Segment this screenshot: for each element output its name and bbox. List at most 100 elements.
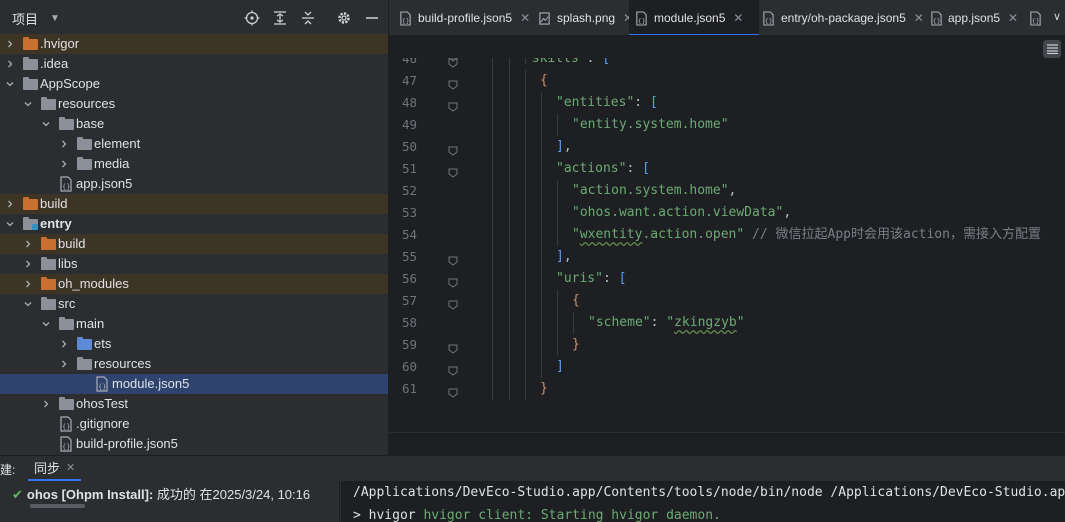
tree-item[interactable]: build — [0, 234, 388, 254]
chevron-right-icon[interactable] — [4, 54, 16, 74]
locate-icon[interactable] — [244, 10, 260, 26]
json-file-icon: {} — [930, 10, 943, 26]
tree-item[interactable]: ohosTest — [0, 394, 388, 414]
chevron-down-icon[interactable] — [22, 94, 34, 114]
json-file-icon[interactable]: {} — [1029, 0, 1048, 35]
svg-text:{}: {} — [638, 17, 646, 25]
tree-item[interactable]: {} .gitignore — [0, 414, 388, 434]
tree-item-label: oh_modules — [58, 276, 129, 291]
tab-sync-label: 同步 — [34, 461, 61, 476]
fold-marker-icon[interactable] — [448, 142, 458, 156]
hide-panel-icon[interactable] — [364, 10, 380, 26]
code-text: "action.system.home", — [572, 183, 737, 198]
chevron-down-icon[interactable] — [40, 114, 52, 134]
chevron-down-icon[interactable] — [4, 214, 16, 234]
fold-marker-icon[interactable] — [448, 58, 458, 68]
code-text: "wxentity.action.open" // 微信拉起App时会用该act… — [572, 227, 1041, 242]
editor-tab[interactable]: splash.png✕ — [532, 0, 636, 35]
json-file-icon: {} — [635, 10, 649, 26]
collapse-all-icon[interactable] — [300, 10, 316, 26]
editor-tab[interactable]: {} entry/oh-package.json5 ✕ — [756, 0, 928, 35]
tree-item[interactable]: {} app.json5 — [0, 174, 388, 194]
code-editor[interactable]: 45"exported": true,46"skills": [47{48"en… — [389, 58, 1065, 432]
tree-item[interactable]: media — [0, 154, 388, 174]
tree-item[interactable]: element — [0, 134, 388, 154]
build-panel-label: 建: — [0, 463, 16, 477]
tree-item[interactable]: {} build-profile.json5 — [0, 434, 388, 454]
close-icon[interactable]: ✕ — [520, 11, 530, 25]
tree-item[interactable]: base — [0, 114, 388, 134]
horizontal-scrollbar[interactable] — [389, 432, 1065, 455]
line-number: 46 — [401, 58, 417, 66]
close-icon[interactable]: ✕ — [1008, 11, 1018, 25]
tree-item[interactable]: src — [0, 294, 388, 314]
code-line: 46 "skills": [ — [389, 58, 1065, 70]
build-console[interactable]: /Applications/DevEco-Studio.app/Contents… — [341, 481, 1065, 522]
tree-item[interactable]: entry — [0, 214, 388, 234]
chevron-right-icon[interactable] — [4, 34, 16, 54]
fold-marker-icon[interactable] — [448, 340, 458, 354]
tree-item[interactable]: ets — [0, 334, 388, 354]
chevron-down-icon[interactable]: ▼ — [50, 13, 60, 24]
chevron-right-icon[interactable] — [58, 334, 70, 354]
project-view-selector[interactable]: 项目 ▼ — [0, 0, 60, 36]
close-icon[interactable]: ✕ — [66, 461, 75, 474]
folder-icon — [40, 254, 56, 274]
tab-sync[interactable]: 同步 ✕ — [28, 456, 82, 481]
line-number: 51 — [401, 161, 417, 176]
tree-item[interactable]: build — [0, 194, 388, 214]
reader-mode-icon[interactable] — [1043, 40, 1061, 58]
expand-all-icon[interactable] — [272, 10, 288, 26]
editor-tab[interactable]: {} build-profile.json5 ✕ — [393, 0, 535, 35]
editor-tab[interactable]: {} app.json5 ✕ — [924, 0, 1018, 35]
chevron-right-icon[interactable] — [22, 254, 34, 274]
fold-marker-icon[interactable] — [448, 274, 458, 288]
tree-item-label: build-profile.json5 — [76, 436, 178, 451]
code-line: 60] — [389, 356, 1065, 378]
chevron-right-icon[interactable] — [40, 394, 52, 414]
tree-item[interactable]: {} module.json5 — [0, 374, 388, 394]
chevron-right-icon[interactable] — [58, 154, 70, 174]
close-icon[interactable]: ✕ — [733, 11, 743, 25]
tree-item-label: app.json5 — [76, 176, 133, 191]
fold-marker-icon[interactable] — [448, 98, 458, 112]
chevron-right-icon[interactable] — [22, 274, 34, 294]
tree-item[interactable]: .idea — [0, 54, 388, 74]
fold-marker-icon[interactable] — [448, 384, 458, 398]
chevron-down-icon[interactable] — [4, 74, 16, 94]
tree-item-label: ets — [94, 336, 112, 351]
chevron-right-icon[interactable] — [22, 234, 34, 254]
close-icon[interactable]: ✕ — [914, 11, 924, 25]
chevron-down-icon[interactable] — [40, 314, 52, 334]
chevron-down-icon[interactable] — [22, 294, 34, 314]
tree-item[interactable]: libs — [0, 254, 388, 274]
gear-icon[interactable] — [336, 10, 352, 26]
tree-item[interactable]: resources — [0, 94, 388, 114]
fold-marker-icon[interactable] — [448, 76, 458, 90]
code-line: 59} — [389, 334, 1065, 356]
tree-item[interactable]: AppScope — [0, 74, 388, 94]
fold-marker-icon[interactable] — [448, 252, 458, 266]
tree-item[interactable]: .hvigor — [0, 34, 388, 54]
build-tree-scrollbar[interactable] — [30, 504, 85, 508]
folder-icon — [40, 234, 56, 254]
tab-overflow-chevron-icon[interactable]: ∨ — [1053, 10, 1061, 23]
line-number: 53 — [401, 205, 417, 220]
build-result-item[interactable]: ✔ ohos [Ohpm Install]: 成功的 在2025/3/24, 10… — [12, 484, 310, 503]
tree-item[interactable]: resources — [0, 354, 388, 374]
folder-icon — [40, 94, 56, 114]
tree-item[interactable]: oh_modules — [0, 274, 388, 294]
folder-icon — [76, 154, 92, 174]
tree-item[interactable]: main — [0, 314, 388, 334]
line-number: 54 — [401, 227, 417, 242]
chevron-right-icon[interactable] — [58, 354, 70, 374]
fold-marker-icon[interactable] — [448, 164, 458, 178]
fold-marker-icon[interactable] — [448, 362, 458, 376]
chevron-right-icon[interactable] — [58, 134, 70, 154]
svg-text:{}: {} — [62, 183, 70, 191]
code-text: { — [540, 73, 548, 88]
chevron-right-icon[interactable] — [4, 194, 16, 214]
fold-marker-icon[interactable] — [448, 296, 458, 310]
code-text: "scheme": "zkingzyb" — [588, 315, 745, 330]
editor-tab[interactable]: {} module.json5 ✕ — [629, 0, 759, 35]
